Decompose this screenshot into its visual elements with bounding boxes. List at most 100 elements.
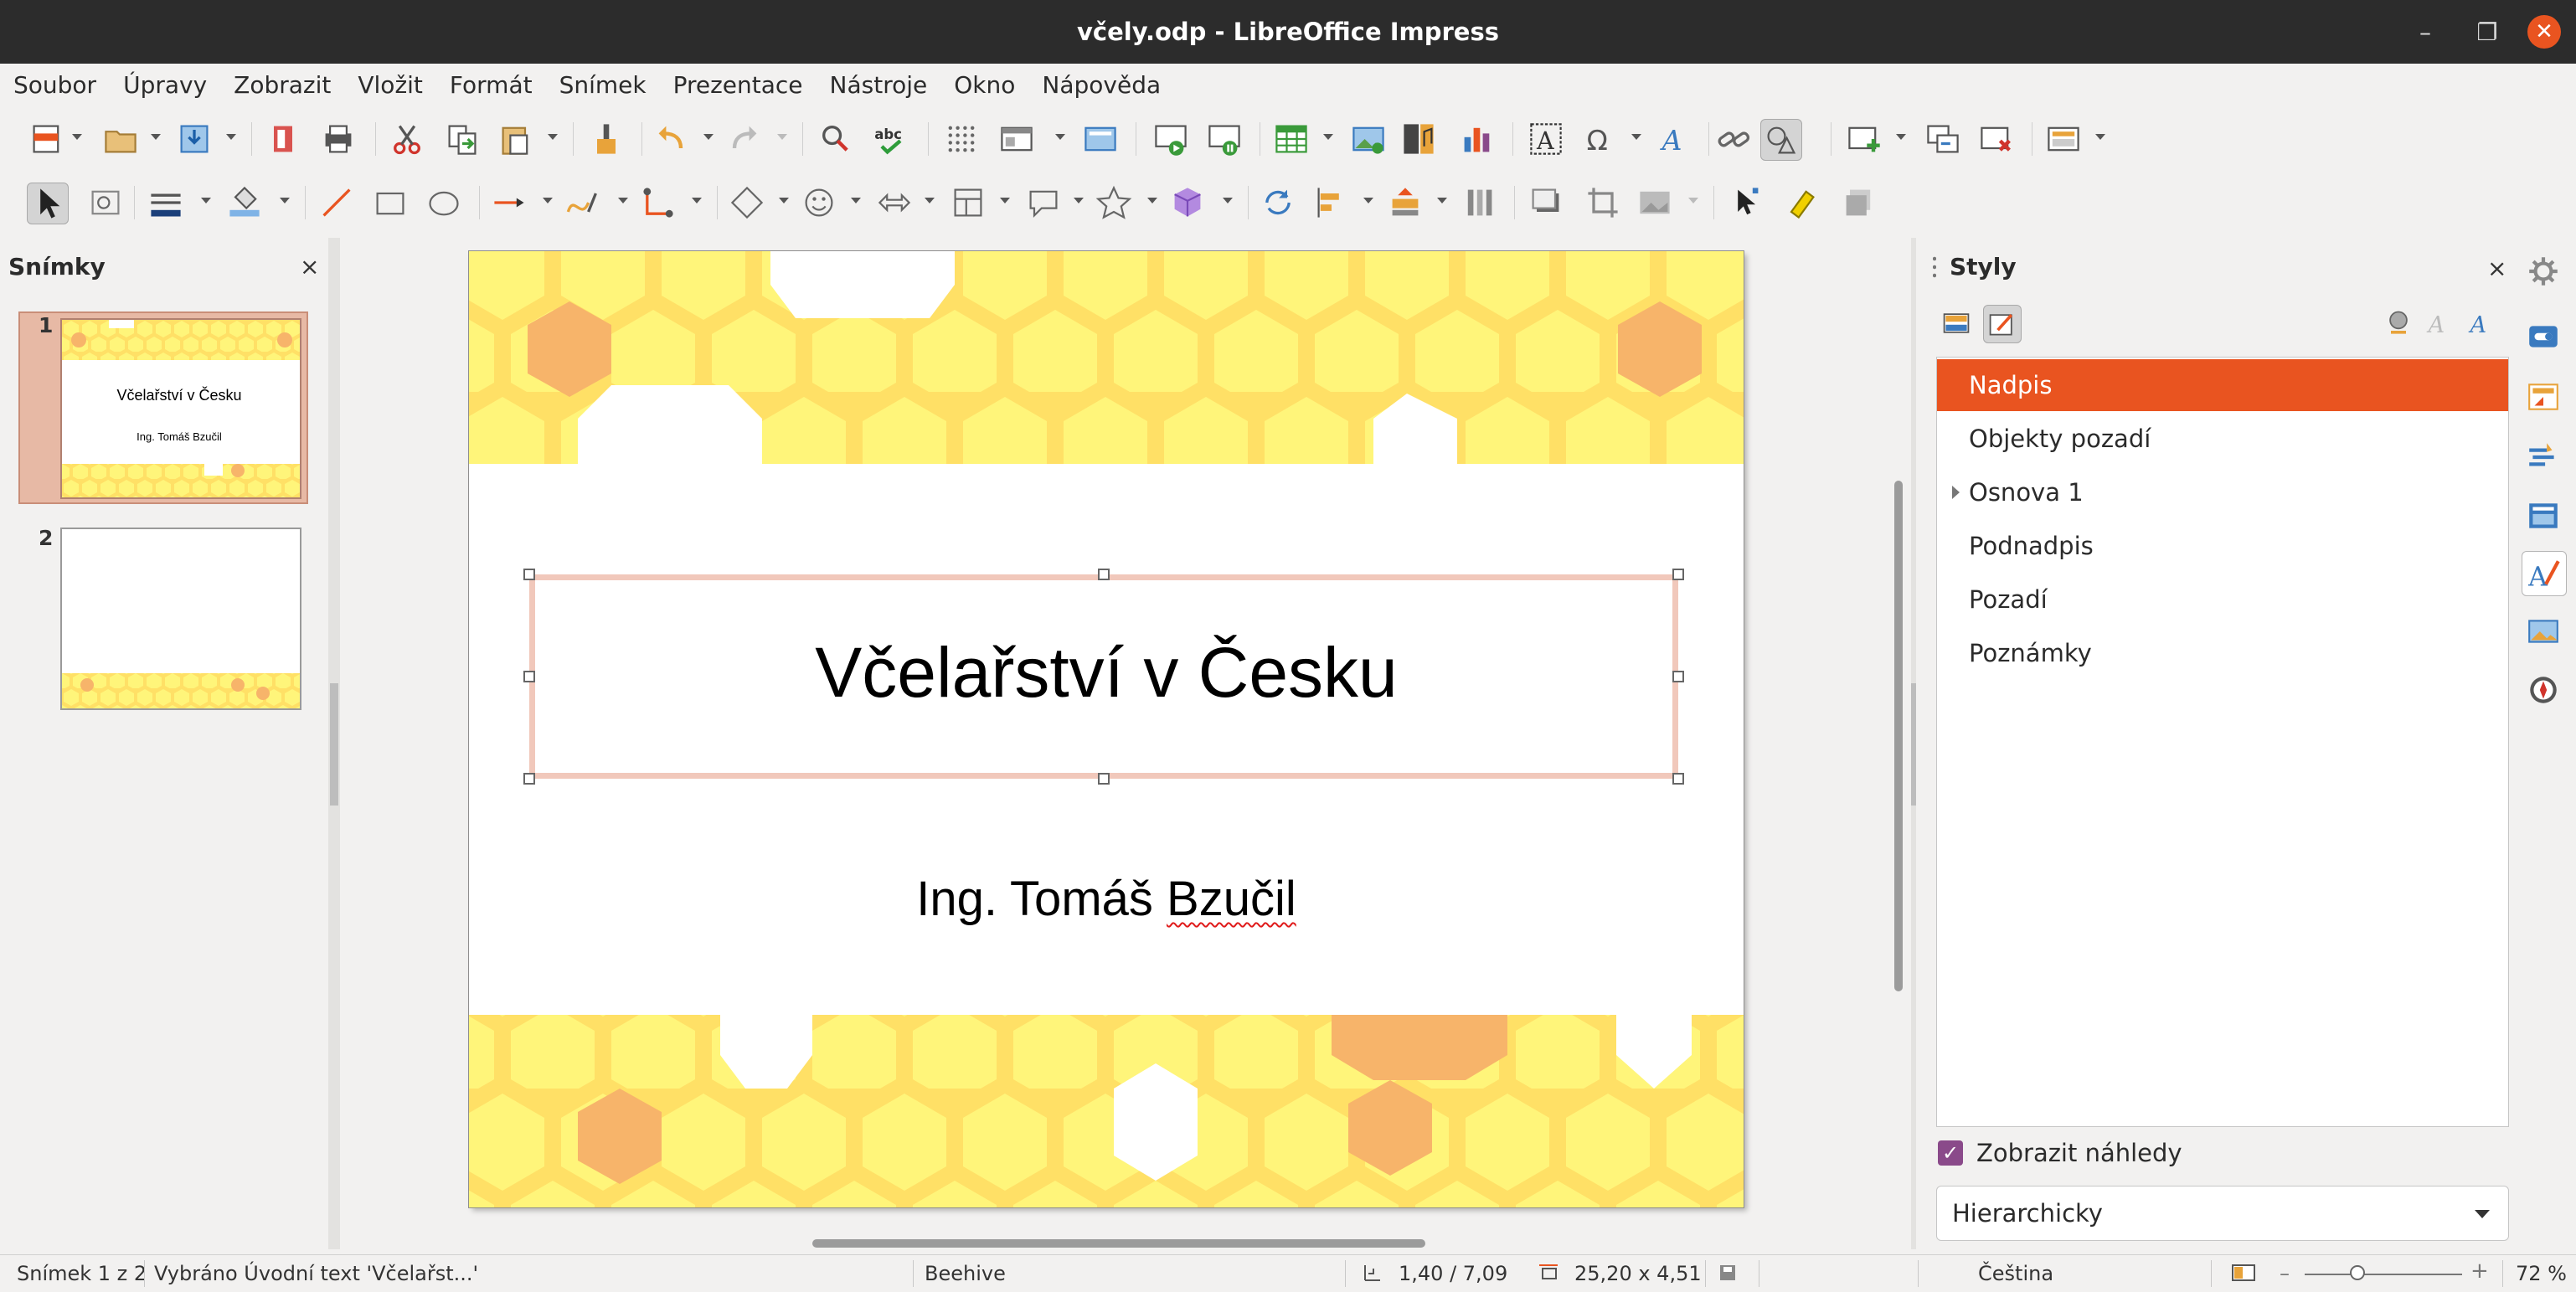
special-character-button[interactable]: Ω xyxy=(1579,119,1620,159)
styles-deck-close-button[interactable]: × xyxy=(2487,255,2506,282)
new-style-from-selection-button[interactable]: A xyxy=(2422,305,2459,342)
menu-view[interactable]: Zobrazit xyxy=(220,71,344,99)
menu-file[interactable]: Soubor xyxy=(0,71,110,99)
insert-chart-button[interactable] xyxy=(1457,119,1497,159)
curves-polygons-button[interactable] xyxy=(563,183,603,223)
block-arrows-dropdown-arrow[interactable] xyxy=(925,198,935,203)
start-current-slide-button[interactable] xyxy=(1204,119,1244,159)
layout-dropdown-arrow[interactable] xyxy=(2095,134,2105,140)
zoom-pan-button[interactable] xyxy=(85,183,126,223)
menu-slideshow[interactable]: Prezentace xyxy=(660,71,817,99)
show-previews-checkbox[interactable]: ✓ xyxy=(1938,1140,1963,1166)
resize-handle-bottom-right[interactable] xyxy=(1672,773,1684,785)
connectors-button[interactable] xyxy=(638,183,678,223)
style-list[interactable]: Nadpis Objekty pozadí Osnova 1 Podnadpis… xyxy=(1936,357,2509,1127)
minimize-button[interactable]: – xyxy=(2400,0,2450,64)
connectors-dropdown-arrow[interactable] xyxy=(692,198,702,203)
shadow-button[interactable] xyxy=(1526,183,1566,223)
new-slide-button[interactable] xyxy=(1844,119,1884,159)
save-button[interactable] xyxy=(174,119,214,159)
clone-formatting-button[interactable] xyxy=(586,119,626,159)
callouts-button[interactable] xyxy=(1023,183,1064,223)
maximize-button[interactable]: ❐ xyxy=(2462,0,2512,64)
slide-layout-button[interactable] xyxy=(2043,119,2084,159)
save-dropdown-arrow[interactable] xyxy=(226,134,236,140)
open-dropdown-arrow[interactable] xyxy=(151,134,161,140)
title-selection-frame[interactable] xyxy=(529,574,1678,779)
menu-format[interactable]: Formát xyxy=(436,71,546,99)
style-item-objekty-pozadi[interactable]: Objekty pozadí xyxy=(1937,413,2508,465)
language-status[interactable]: Čeština xyxy=(1978,1262,2053,1285)
new-presentation-button[interactable] xyxy=(27,119,67,159)
views-dropdown-arrow[interactable] xyxy=(1055,134,1065,140)
resize-handle-top-left[interactable] xyxy=(523,569,535,580)
line-color-dropdown-arrow[interactable] xyxy=(201,198,211,203)
find-replace-button[interactable] xyxy=(816,119,856,159)
close-button[interactable]: ✕ xyxy=(2519,0,2569,64)
insert-table-button[interactable] xyxy=(1271,119,1311,159)
menu-slide[interactable]: Snímek xyxy=(546,71,660,99)
expand-arrow-icon[interactable] xyxy=(1952,486,1960,499)
insert-textbox-button[interactable]: A xyxy=(1526,119,1566,159)
zoom-slider-thumb[interactable] xyxy=(2350,1265,2365,1280)
sidebar-master-slides-tab[interactable] xyxy=(2522,494,2565,538)
display-views-button[interactable] xyxy=(997,119,1037,159)
points-button[interactable] xyxy=(1725,183,1765,223)
flowchart-dropdown-arrow[interactable] xyxy=(1000,198,1010,203)
toggle-extrusion-button[interactable] xyxy=(1839,183,1879,223)
vertical-scrollbar-thumb[interactable] xyxy=(1894,481,1903,991)
lines-arrows-button[interactable] xyxy=(489,183,529,223)
basic-shapes-dropdown-arrow[interactable] xyxy=(779,198,789,203)
menu-insert[interactable]: Vložit xyxy=(344,71,436,99)
undo-button[interactable] xyxy=(652,119,692,159)
cut-button[interactable] xyxy=(387,119,427,159)
menu-help[interactable]: Nápověda xyxy=(1028,71,1174,99)
symbol-shapes-button[interactable] xyxy=(799,183,839,223)
horizontal-scrollbar-thumb[interactable] xyxy=(812,1239,1425,1248)
slides-panel-close-button[interactable]: × xyxy=(300,253,319,281)
arrange-dropdown-arrow[interactable] xyxy=(1437,198,1447,203)
spelling-button[interactable]: abc xyxy=(871,119,911,159)
stars-button[interactable] xyxy=(1094,183,1134,223)
insert-ellipse-button[interactable] xyxy=(424,183,464,223)
presentation-styles-button[interactable] xyxy=(1983,305,2022,343)
fontwork-button[interactable]: A xyxy=(1655,119,1695,159)
show-draw-functions-button[interactable] xyxy=(1760,119,1802,161)
new-slide-dropdown-arrow[interactable] xyxy=(1896,134,1906,140)
symbol-shapes-dropdown-arrow[interactable] xyxy=(851,198,861,203)
callouts-dropdown-arrow[interactable] xyxy=(1074,198,1084,203)
insert-hyperlink-button[interactable] xyxy=(1713,119,1754,159)
deck-grip[interactable] xyxy=(1933,255,1936,280)
sidebar-navigator-tab[interactable] xyxy=(2522,668,2565,712)
drawing-styles-button[interactable] xyxy=(1938,305,1975,342)
sidebar-gallery-tab[interactable] xyxy=(2522,610,2565,653)
line-color-button[interactable] xyxy=(146,183,186,223)
style-item-osnova-1[interactable]: Osnova 1 xyxy=(1937,466,2508,518)
display-grid-button[interactable] xyxy=(941,119,981,159)
open-button[interactable] xyxy=(100,119,141,159)
zoom-out-button[interactable]: – xyxy=(2280,1262,2290,1285)
menu-window[interactable]: Okno xyxy=(940,71,1028,99)
vertical-scrollbar[interactable] xyxy=(1891,238,1906,1226)
3d-objects-button[interactable] xyxy=(1167,183,1208,223)
insert-line-button[interactable] xyxy=(317,183,357,223)
style-item-pozadi[interactable]: Pozadí xyxy=(1937,574,2508,625)
distribute-button[interactable] xyxy=(1459,183,1499,223)
special-character-dropdown-arrow[interactable] xyxy=(1631,134,1641,140)
master-slide-button[interactable] xyxy=(1080,119,1121,159)
glue-points-button[interactable] xyxy=(1780,183,1821,223)
rotate-button[interactable] xyxy=(1258,183,1298,223)
block-arrows-button[interactable] xyxy=(874,183,914,223)
filter-button[interactable] xyxy=(1635,183,1675,223)
paste-button[interactable] xyxy=(496,119,536,159)
menu-tools[interactable]: Nástroje xyxy=(817,71,941,99)
resize-handle-bottom-left[interactable] xyxy=(523,773,535,785)
new-dropdown-arrow[interactable] xyxy=(72,134,82,140)
zoom-level[interactable]: 72 % xyxy=(2516,1262,2567,1285)
redo-dropdown-arrow[interactable] xyxy=(777,134,787,140)
fill-format-mode-button[interactable] xyxy=(2380,305,2417,342)
arrange-button[interactable] xyxy=(1385,183,1425,223)
resize-handle-top-right[interactable] xyxy=(1672,569,1684,580)
fill-color-button[interactable] xyxy=(224,183,265,223)
sidebar-properties-tab[interactable] xyxy=(2522,315,2565,358)
